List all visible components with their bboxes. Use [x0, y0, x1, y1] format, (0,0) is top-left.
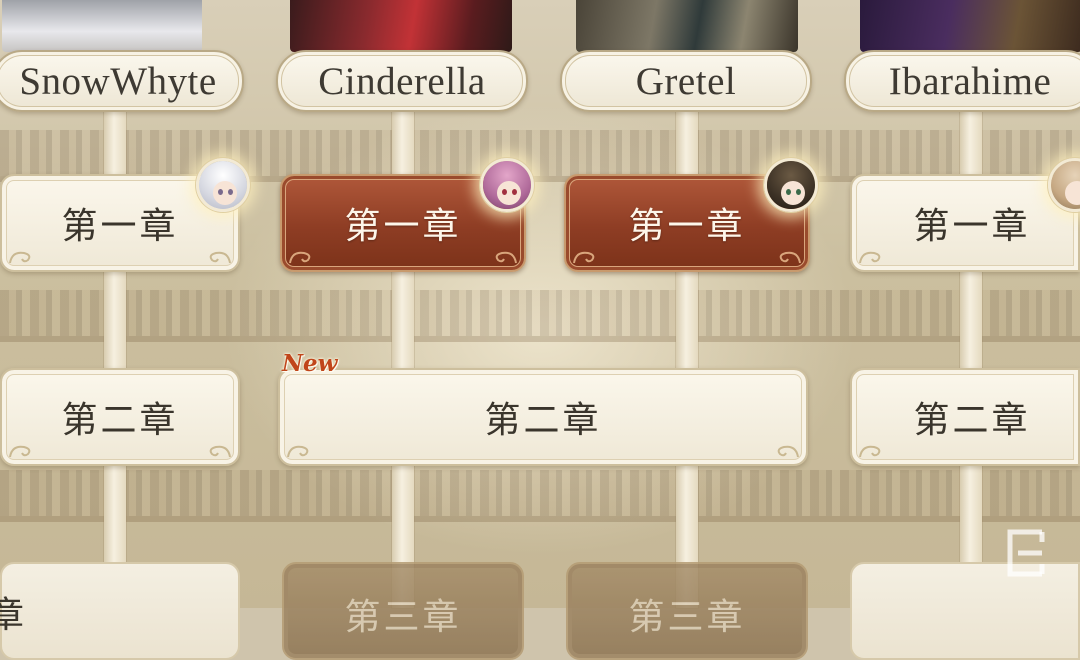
- new-badge: New: [282, 350, 338, 377]
- flourish-ornament: [289, 251, 311, 264]
- character-name: Gretel: [635, 59, 737, 103]
- gretel-portrait: [576, 0, 798, 52]
- chapter-2-ibarahime-button[interactable]: 第二章: [850, 368, 1080, 466]
- chapter-label: 第一章: [913, 206, 1031, 247]
- flourish-ornament: [287, 445, 309, 458]
- flourish-ornament: [495, 251, 517, 264]
- chapter-label: 第一章: [628, 206, 746, 247]
- character-name: Ibarahime: [888, 59, 1052, 103]
- bookshelf-row: [0, 470, 1080, 516]
- nameplate-cinderella[interactable]: Cinderella: [276, 50, 528, 112]
- chapter-label: 第一章: [344, 206, 462, 247]
- flourish-ornament: [573, 251, 595, 264]
- ibarahime-portrait: [860, 0, 1080, 52]
- ibarahime-avatar: [1048, 158, 1080, 212]
- flourish-ornament: [859, 251, 881, 264]
- cinderella-portrait: [290, 0, 512, 52]
- cinderella-avatar: [480, 158, 534, 212]
- chapter-3-gretel-button[interactable]: 第三章: [566, 562, 808, 660]
- shelf-line: [0, 336, 1080, 342]
- chapter-label: 第一章: [61, 206, 179, 247]
- flourish-ornament: [777, 445, 799, 458]
- chapter-label: 第三章: [344, 597, 462, 638]
- flourish-ornament: [9, 251, 31, 264]
- chapter-label: 第三章: [628, 597, 746, 638]
- snowwhyte-avatar: [196, 158, 250, 212]
- snowwhyte-portrait: [2, 0, 202, 52]
- chapter-label: 章: [0, 595, 28, 636]
- chapter-2-snowwhyte-button[interactable]: 第二章: [0, 368, 240, 466]
- chapter-label: 第二章: [484, 400, 602, 441]
- logo-watermark: [1007, 529, 1045, 577]
- nameplate-snowwhyte[interactable]: SnowWhyte: [0, 50, 244, 112]
- nameplate-gretel[interactable]: Gretel: [560, 50, 812, 112]
- bookshelf-row: [0, 130, 1080, 176]
- chapter-2-shared-button[interactable]: 第二章: [278, 368, 808, 466]
- shelf-line: [0, 516, 1080, 522]
- chapter-3-cinderella-button[interactable]: 第三章: [282, 562, 524, 660]
- character-name: Cinderella: [318, 59, 486, 103]
- flourish-ornament: [779, 251, 801, 264]
- flourish-ornament: [209, 445, 231, 458]
- bookshelf-row: [0, 290, 1080, 336]
- chapter-1-ibarahime-button[interactable]: 第一章: [850, 174, 1080, 272]
- nameplate-ibarahime[interactable]: Ibarahime: [844, 50, 1080, 112]
- gretel-avatar: [764, 158, 818, 212]
- flourish-ornament: [9, 445, 31, 458]
- flourish-ornament: [859, 445, 881, 458]
- character-name: SnowWhyte: [19, 59, 217, 103]
- flourish-ornament: [209, 251, 231, 264]
- chapter-label: 第二章: [61, 400, 179, 441]
- chapter-3-snowwhyte-button[interactable]: 章: [0, 562, 240, 660]
- chapter-label: 第二章: [913, 400, 1031, 441]
